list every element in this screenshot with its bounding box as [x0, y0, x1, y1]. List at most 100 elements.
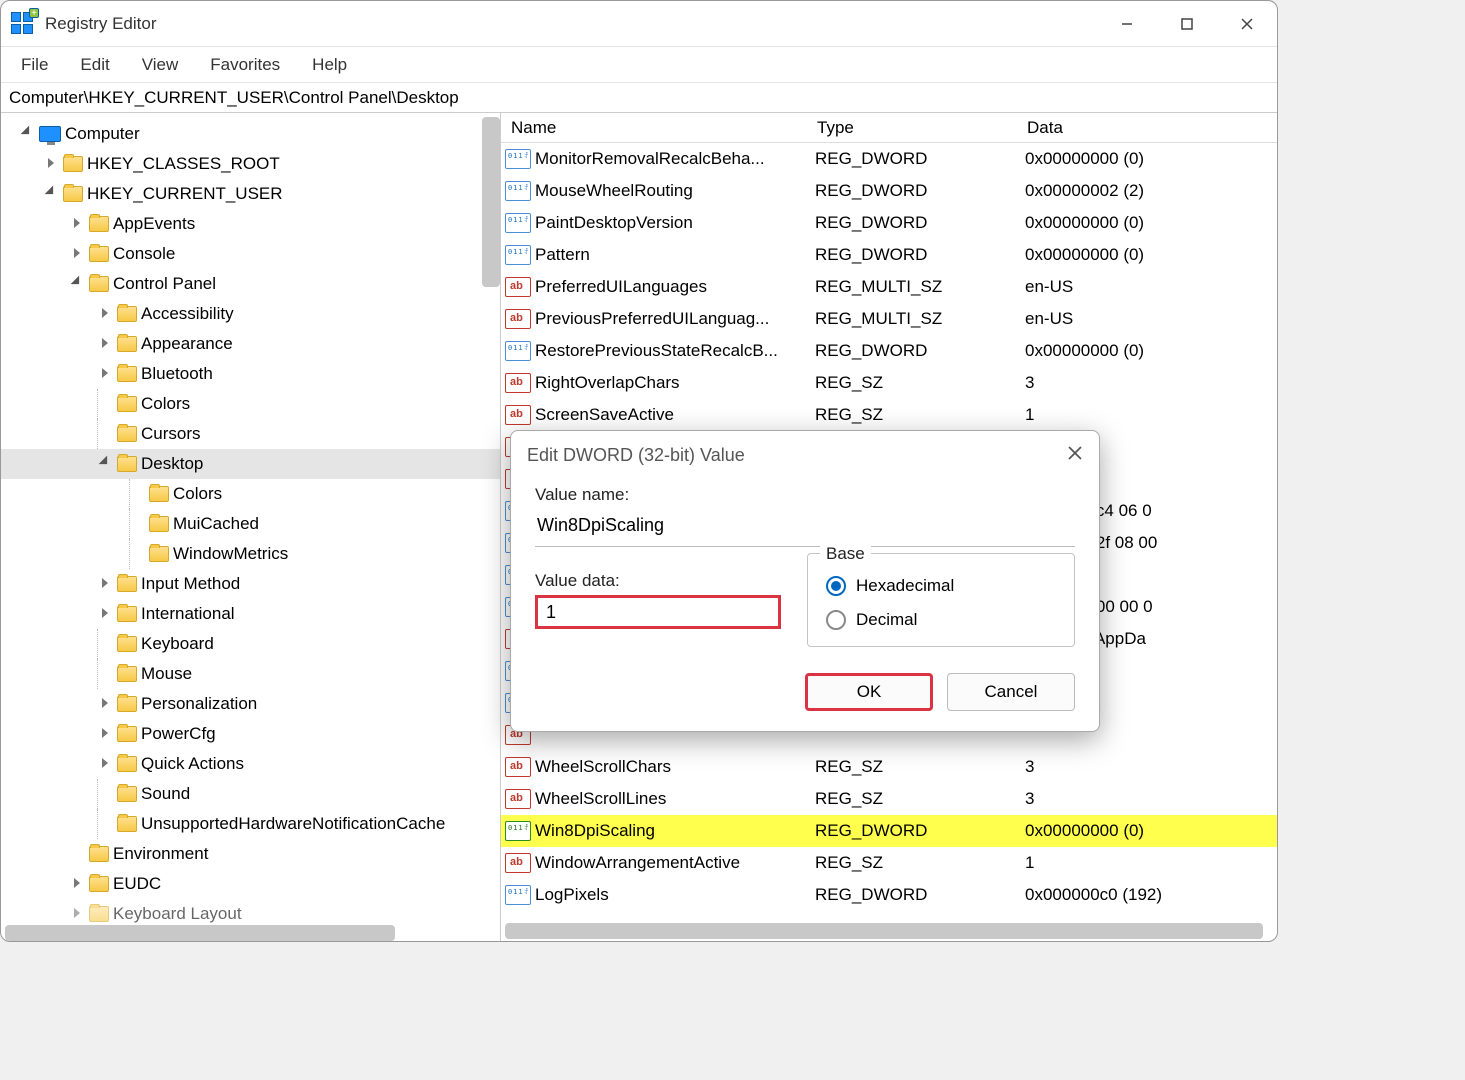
tree-powercfg[interactable]: PowerCfg — [1, 719, 500, 749]
value-name-label: Value name: — [535, 485, 1075, 505]
menu-view[interactable]: View — [128, 51, 193, 79]
address-bar[interactable]: Computer\HKEY_CURRENT_USER\Control Panel… — [1, 83, 1277, 113]
tree-international[interactable]: International — [1, 599, 500, 629]
close-button[interactable] — [1217, 1, 1277, 47]
tree-accessibility[interactable]: Accessibility — [1, 299, 500, 329]
cancel-button[interactable]: Cancel — [947, 673, 1075, 711]
value-row[interactable]: PreferredUILanguagesREG_MULTI_SZen-US — [501, 271, 1277, 303]
tree-hkcr[interactable]: HKEY_CLASSES_ROOT — [1, 149, 500, 179]
chevron-right-icon[interactable] — [43, 157, 59, 171]
chevron-right-icon[interactable] — [97, 577, 113, 591]
value-row[interactable]: PatternREG_DWORD0x00000000 (0) — [501, 239, 1277, 271]
value-data: 0x00000002 (2) — [1025, 181, 1277, 201]
tree-personalization[interactable]: Personalization — [1, 689, 500, 719]
menu-edit[interactable]: Edit — [66, 51, 123, 79]
value-name-field[interactable]: Win8DpiScaling — [535, 511, 1075, 547]
tree-desktop-windowmetrics[interactable]: WindowMetrics — [1, 539, 500, 569]
chevron-right-icon[interactable] — [97, 337, 113, 351]
chevron-right-icon[interactable] — [69, 907, 85, 921]
string-value-icon — [505, 373, 531, 393]
chevron-right-icon[interactable] — [69, 877, 85, 891]
chevron-down-icon[interactable] — [19, 127, 35, 141]
value-row[interactable]: WindowArrangementActiveREG_SZ1 — [501, 847, 1277, 879]
radio-decimal[interactable]: Decimal — [826, 610, 1056, 630]
tree-hkcu[interactable]: HKEY_CURRENT_USER — [1, 179, 500, 209]
binary-value-icon — [505, 181, 531, 201]
value-row[interactable]: MouseWheelRoutingREG_DWORD0x00000002 (2) — [501, 175, 1277, 207]
value-type: REG_DWORD — [815, 821, 1025, 841]
chevron-right-icon[interactable] — [97, 607, 113, 621]
binary-value-icon — [505, 341, 531, 361]
value-name: ScreenSaveActive — [535, 405, 815, 425]
value-name: MouseWheelRouting — [535, 181, 815, 201]
tree-controlpanel[interactable]: Control Panel — [1, 269, 500, 299]
value-row[interactable]: PaintDesktopVersionREG_DWORD0x00000000 (… — [501, 207, 1277, 239]
tree-vertical-scrollbar[interactable] — [482, 117, 500, 287]
tree-horizontal-scrollbar[interactable] — [5, 925, 395, 941]
tree-appevents[interactable]: AppEvents — [1, 209, 500, 239]
value-row[interactable]: LogPixelsREG_DWORD0x000000c0 (192) — [501, 879, 1277, 911]
value-name: PreferredUILanguages — [535, 277, 815, 297]
dialog-close-button[interactable] — [1067, 445, 1083, 466]
tree-mouse[interactable]: Mouse — [1, 659, 500, 689]
ok-button[interactable]: OK — [805, 673, 933, 711]
titlebar[interactable]: + Registry Editor — [1, 1, 1277, 47]
value-row[interactable]: RestorePreviousStateRecalcB...REG_DWORD0… — [501, 335, 1277, 367]
tree-console[interactable]: Console — [1, 239, 500, 269]
chevron-right-icon[interactable] — [69, 217, 85, 231]
tree-desktop-muicached[interactable]: MuiCached — [1, 509, 500, 539]
chevron-down-icon[interactable] — [69, 277, 85, 291]
tree-quickactions[interactable]: Quick Actions — [1, 749, 500, 779]
folder-icon — [117, 366, 137, 382]
value-row[interactable]: Win8DpiScalingREG_DWORD0x00000000 (0) — [501, 815, 1277, 847]
chevron-right-icon[interactable] — [69, 247, 85, 261]
chevron-down-icon[interactable] — [43, 187, 59, 201]
folder-icon — [89, 876, 109, 892]
column-data[interactable]: Data — [1027, 118, 1277, 138]
value-data: 1 — [1025, 405, 1277, 425]
tree-keyboard[interactable]: Keyboard — [1, 629, 500, 659]
tree-sound[interactable]: Sound — [1, 779, 500, 809]
menu-help[interactable]: Help — [298, 51, 361, 79]
value-data-input[interactable] — [535, 595, 781, 629]
maximize-button[interactable] — [1157, 1, 1217, 47]
column-name[interactable]: Name — [501, 118, 817, 138]
values-horizontal-scrollbar[interactable] — [505, 923, 1263, 939]
address-text: Computer\HKEY_CURRENT_USER\Control Panel… — [9, 88, 459, 108]
chevron-right-icon[interactable] — [97, 367, 113, 381]
tree-environment[interactable]: Environment — [1, 839, 500, 869]
value-name: Pattern — [535, 245, 815, 265]
value-row[interactable]: ScreenSaveActiveREG_SZ1 — [501, 399, 1277, 431]
tree-unsupported[interactable]: UnsupportedHardwareNotificationCache — [1, 809, 500, 839]
chevron-right-icon[interactable] — [97, 757, 113, 771]
radio-hexadecimal[interactable]: Hexadecimal — [826, 576, 1056, 596]
tree-colors[interactable]: Colors — [1, 389, 500, 419]
value-name: Win8DpiScaling — [535, 821, 815, 841]
minimize-button[interactable] — [1097, 1, 1157, 47]
dialog-titlebar[interactable]: Edit DWORD (32-bit) Value — [511, 431, 1099, 479]
value-row[interactable]: PreviousPreferredUILanguag...REG_MULTI_S… — [501, 303, 1277, 335]
value-row[interactable]: WheelScrollCharsREG_SZ3 — [501, 751, 1277, 783]
chevron-down-icon[interactable] — [97, 457, 113, 471]
tree-bluetooth[interactable]: Bluetooth — [1, 359, 500, 389]
chevron-right-icon[interactable] — [97, 697, 113, 711]
value-type: REG_DWORD — [815, 885, 1025, 905]
chevron-right-icon[interactable] — [97, 727, 113, 741]
tree-eudc[interactable]: EUDC — [1, 869, 500, 899]
value-type: REG_SZ — [815, 405, 1025, 425]
tree-cursors[interactable]: Cursors — [1, 419, 500, 449]
tree-appearance[interactable]: Appearance — [1, 329, 500, 359]
menu-file[interactable]: File — [7, 51, 62, 79]
tree-inputmethod[interactable]: Input Method — [1, 569, 500, 599]
tree-desktop[interactable]: Desktop — [1, 449, 500, 479]
menu-favorites[interactable]: Favorites — [196, 51, 294, 79]
column-type[interactable]: Type — [817, 118, 1027, 138]
value-row[interactable]: RightOverlapCharsREG_SZ3 — [501, 367, 1277, 399]
chevron-right-icon[interactable] — [97, 307, 113, 321]
tree-computer[interactable]: Computer — [1, 119, 500, 149]
value-row[interactable]: WheelScrollLinesREG_SZ3 — [501, 783, 1277, 815]
tree-desktop-colors[interactable]: Colors — [1, 479, 500, 509]
value-type: REG_DWORD — [815, 213, 1025, 233]
value-row[interactable]: MonitorRemovalRecalcBeha...REG_DWORD0x00… — [501, 143, 1277, 175]
radio-icon — [826, 576, 846, 596]
